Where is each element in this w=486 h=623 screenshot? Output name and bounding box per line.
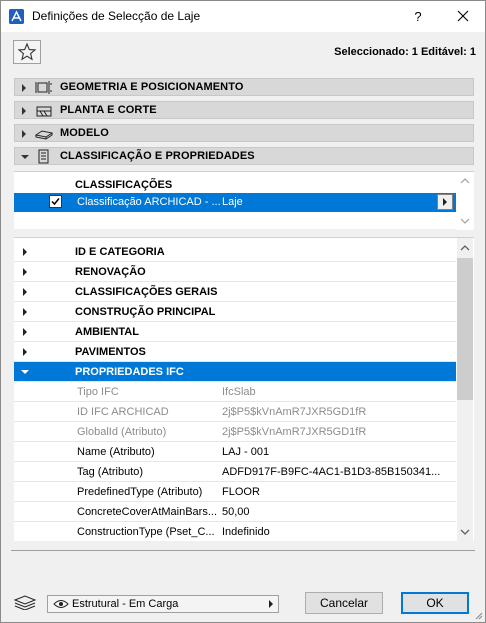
layer-name: Estrutural - Em Carga: [72, 598, 179, 610]
property-value: IfcSlab: [222, 386, 256, 398]
panel-geometry-positioning[interactable]: GEOMETRIA E POSICIONAMENTO: [14, 78, 474, 96]
panel-label: PLANTA E CORTE: [60, 104, 157, 116]
classifications-list: CLASSIFICAÇÕES Classificação ARCHICAD - …: [14, 171, 474, 230]
group-label: PAVIMENTOS: [75, 346, 146, 358]
ok-button[interactable]: OK: [401, 592, 469, 614]
triangle-right-icon: [443, 198, 447, 206]
property-key: Name (Atributo): [77, 446, 155, 458]
group-row[interactable]: AMBIENTAL: [14, 322, 456, 342]
model-icon: [35, 130, 53, 140]
triangle-right-icon: [22, 107, 26, 115]
property-value[interactable]: ADFD917F-B9FC-4AC1-B1D3-85B150341...: [222, 466, 452, 478]
slab-selection-settings-dialog: Definições de Selecção de Laje ? Selecci…: [0, 0, 486, 623]
floor-plan-icon: [36, 106, 52, 117]
selection-info: Seleccionado: 1 Editável: 1: [334, 46, 476, 58]
classification-icon: [38, 149, 49, 164]
scroll-up-icon: [460, 245, 470, 251]
classification-value: Laje: [222, 196, 243, 208]
dialog-toolbar: Seleccionado: 1 Editável: 1: [1, 32, 485, 72]
property-row[interactable]: ID IFC ARCHICAD 2j$P5$kVnAmR7JXR5GD1fR: [14, 402, 456, 422]
archicad-app-icon: [9, 9, 24, 24]
favorites-button[interactable]: [13, 40, 41, 64]
star-icon: [17, 42, 37, 61]
check-icon: [51, 198, 60, 206]
triangle-right-icon: [23, 308, 27, 316]
group-label: PROPRIEDADES IFC: [75, 366, 184, 378]
triangle-right-icon: [22, 130, 26, 138]
triangle-right-icon: [269, 600, 273, 608]
group-row-selected[interactable]: PROPRIEDADES IFC: [14, 362, 456, 382]
footer-divider: [11, 550, 475, 551]
property-value: 2j$P5$kVnAmR7JXR5GD1fR: [222, 426, 367, 438]
title-bar: Definições de Selecção de Laje ?: [1, 1, 485, 32]
property-row[interactable]: ConstructionType (Pset_C... Indefinido: [14, 522, 456, 541]
property-key: ConcreteCoverAtMainBars...: [77, 506, 217, 518]
resize-grip-icon[interactable]: [473, 610, 483, 620]
group-row[interactable]: ID E CATEGORIA: [14, 242, 456, 262]
scroll-up-icon: [460, 178, 470, 184]
properties-scrollbar[interactable]: [457, 238, 473, 541]
panel-floor-plan-section[interactable]: PLANTA E CORTE: [14, 101, 474, 119]
classification-checkbox[interactable]: [49, 195, 62, 208]
triangle-right-icon: [23, 288, 27, 296]
properties-tree: ID E CATEGORIA RENOVAÇÃO CLASSIFICAÇÕES …: [14, 237, 474, 541]
property-value[interactable]: LAJ - 001: [222, 446, 452, 458]
classification-row[interactable]: Classificação ARCHICAD - ... Laje: [14, 193, 456, 212]
property-key: ID IFC ARCHICAD: [77, 406, 169, 418]
property-key: ConstructionType (Pset_C...: [77, 526, 215, 538]
property-key: PredefinedType (Atributo): [77, 486, 203, 498]
classification-picker-button[interactable]: [437, 194, 453, 210]
panel-classification-properties[interactable]: CLASSIFICAÇÃO E PROPRIEDADES: [14, 147, 474, 165]
panel-label: GEOMETRIA E POSICIONAMENTO: [60, 81, 244, 93]
close-button[interactable]: [441, 1, 485, 32]
group-row[interactable]: CONSTRUÇÃO PRINCIPAL: [14, 302, 456, 322]
property-row[interactable]: ConcreteCoverAtMainBars... 50,00: [14, 502, 456, 522]
eye-icon: [53, 600, 69, 608]
property-value[interactable]: Indefinido: [222, 526, 452, 538]
group-label: CONSTRUÇÃO PRINCIPAL: [75, 306, 216, 318]
property-row[interactable]: PredefinedType (Atributo) FLOOR: [14, 482, 456, 502]
layer-icon: [13, 594, 37, 611]
panel-label: CLASSIFICAÇÃO E PROPRIEDADES: [60, 150, 255, 162]
panel-model[interactable]: MODELO: [14, 124, 474, 142]
scrollbar-thumb[interactable]: [457, 258, 473, 400]
property-row[interactable]: Tag (Atributo) ADFD917F-B9FC-4AC1-B1D3-8…: [14, 462, 456, 482]
triangle-right-icon: [23, 248, 27, 256]
property-row[interactable]: Name (Atributo) LAJ - 001: [14, 442, 456, 462]
property-value: 2j$P5$kVnAmR7JXR5GD1fR: [222, 406, 367, 418]
property-key: Tag (Atributo): [77, 466, 144, 478]
classifications-title: CLASSIFICAÇÕES: [75, 179, 173, 191]
property-key: GlobalId (Atributo): [77, 426, 167, 438]
property-row[interactable]: Tipo IFC IfcSlab: [14, 382, 456, 402]
group-label: CLASSIFICAÇÕES GERAIS: [75, 286, 218, 298]
panel-label: MODELO: [60, 127, 109, 139]
property-key: Tipo IFC: [77, 386, 119, 398]
triangle-right-icon: [23, 268, 27, 276]
group-label: ID E CATEGORIA: [75, 246, 165, 258]
group-row[interactable]: PAVIMENTOS: [14, 342, 456, 362]
group-row[interactable]: CLASSIFICAÇÕES GERAIS: [14, 282, 456, 302]
close-icon: [457, 10, 469, 22]
layer-dropdown[interactable]: Estrutural - Em Carga: [47, 595, 279, 613]
triangle-down-icon: [21, 155, 29, 159]
triangle-down-icon: [21, 370, 29, 374]
triangle-right-icon: [23, 328, 27, 336]
geometry-icon: [35, 81, 52, 94]
classifications-scrollbar[interactable]: [457, 172, 473, 230]
group-label: AMBIENTAL: [75, 326, 139, 338]
property-row[interactable]: GlobalId (Atributo) 2j$P5$kVnAmR7JXR5GD1…: [14, 422, 456, 442]
classification-system-name: Classificação ARCHICAD - ...: [77, 196, 221, 208]
group-row[interactable]: RENOVAÇÃO: [14, 262, 456, 282]
scroll-down-icon: [460, 218, 470, 224]
scroll-down-icon: [460, 529, 470, 535]
group-label: RENOVAÇÃO: [75, 266, 146, 278]
help-button[interactable]: ?: [401, 1, 435, 32]
triangle-right-icon: [22, 84, 26, 92]
window-title: Definições de Selecção de Laje: [32, 9, 201, 23]
property-value[interactable]: 50,00: [222, 506, 452, 518]
cancel-button[interactable]: Cancelar: [305, 592, 383, 614]
property-value[interactable]: FLOOR: [222, 486, 452, 498]
triangle-right-icon: [23, 348, 27, 356]
